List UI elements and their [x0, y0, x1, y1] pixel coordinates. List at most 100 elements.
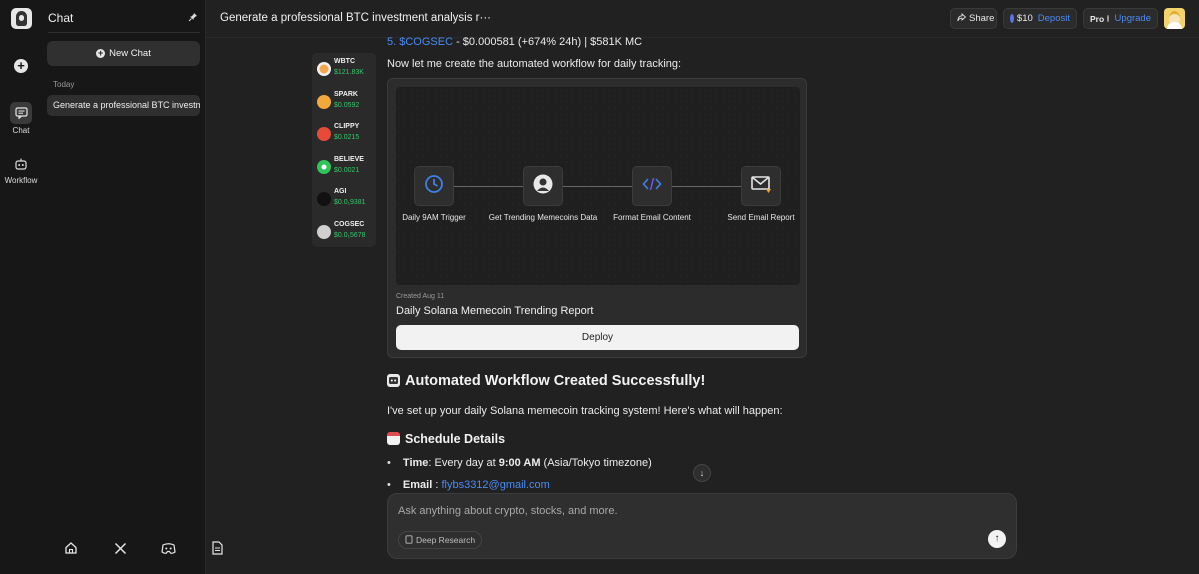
- sidebar-divider: [48, 32, 200, 33]
- token-list-panel: WBTC $121.83K SPARK $0.0592 CLIPPY $0.02…: [312, 53, 376, 247]
- node-label: Send Email Report: [727, 213, 795, 222]
- token-item[interactable]: SPARK $0.0592: [317, 89, 377, 117]
- list-item-time: Time: Every day at 9:00 AM (Asia/Tokyo t…: [387, 457, 652, 469]
- share-label: Share: [969, 13, 995, 24]
- share-button[interactable]: Share: [950, 8, 997, 29]
- conversation-item[interactable]: Generate a professional BTC investment a…: [47, 95, 200, 116]
- message-input[interactable]: [398, 505, 958, 517]
- upgrade-button[interactable]: Upgrade: [1115, 13, 1151, 24]
- robot-emoji-icon: [387, 374, 400, 387]
- new-chat-plus-icon[interactable]: +: [14, 59, 28, 73]
- section-today-label: Today: [53, 80, 75, 89]
- token-price: $121.83K: [334, 69, 364, 76]
- rail-workflow-label: Workflow: [4, 176, 38, 185]
- token-name: AGI: [334, 188, 347, 195]
- workflow-node-format[interactable]: [632, 166, 672, 206]
- email-label: Email: [402, 479, 433, 491]
- deploy-button[interactable]: Deploy: [396, 325, 799, 350]
- wbtc-icon: [317, 62, 331, 76]
- workflow-canvas[interactable]: Daily 9AM Trigger Get Trending Memecoins…: [396, 87, 800, 285]
- token-item[interactable]: BELIEVE $0.0021: [317, 154, 377, 182]
- token-item[interactable]: CLIPPY $0.0215: [317, 121, 377, 149]
- sidebar-title: Chat: [48, 11, 74, 25]
- time-value-pre: : Every day at: [428, 457, 499, 469]
- success-heading-text: Automated Workflow Created Successfully!: [405, 373, 706, 389]
- schedule-heading: Schedule Details: [387, 432, 505, 446]
- agent-icon: [532, 173, 554, 200]
- new-chat-button[interactable]: + New Chat: [47, 41, 200, 66]
- code-icon: [642, 176, 662, 197]
- cogsec-link[interactable]: 5. $COGSEC: [387, 36, 453, 48]
- scroll-down-button[interactable]: ↓: [693, 464, 711, 482]
- list-item-email: Email : flybs3312@gmail.com: [387, 479, 550, 491]
- token-price: $0.0215: [334, 134, 360, 141]
- plan-badge: Pro: [1090, 13, 1105, 24]
- home-icon[interactable]: [63, 540, 79, 556]
- token-name: CLIPPY: [334, 123, 360, 130]
- token-price: $0.0₁9381: [334, 199, 366, 206]
- schedule-heading-text: Schedule Details: [405, 432, 506, 446]
- agi-icon: [317, 192, 331, 206]
- plan-widget: Pro Upgrade: [1083, 8, 1158, 29]
- workflow-node-email[interactable]: [741, 166, 781, 206]
- time-value-post: (Asia/Tokyo timezone): [540, 457, 652, 469]
- token-price: $0.0592: [334, 102, 360, 109]
- new-chat-label: New Chat: [109, 48, 151, 59]
- deep-research-icon: [405, 534, 413, 546]
- time-label: Time: [402, 457, 429, 469]
- message-composer: Deep Research ↑: [387, 493, 1017, 559]
- sidebar-footer: [42, 540, 248, 558]
- success-heading: Automated Workflow Created Successfully!: [387, 373, 705, 389]
- balance-amount: $10: [1016, 13, 1033, 24]
- clock-icon: [424, 174, 444, 199]
- robot-icon: [0, 157, 42, 173]
- share-icon: [957, 12, 967, 25]
- arrow-up-icon: ↑: [994, 533, 1000, 544]
- believe-icon: [317, 160, 331, 174]
- list-item-5-text: - $0.000581 (+674% 24h) | $581K MC: [453, 36, 643, 48]
- document-icon[interactable]: [209, 540, 225, 556]
- intro-text: Now let me create the automated workflow…: [387, 58, 682, 70]
- node-label: Format Email Content: [613, 213, 691, 222]
- x-twitter-icon[interactable]: [112, 540, 128, 556]
- token-price: $0.0021: [334, 167, 360, 174]
- workflow-created-date: Created Aug 11: [396, 293, 445, 300]
- pin-icon[interactable]: [188, 12, 198, 25]
- token-name: WBTC: [334, 58, 355, 65]
- workflow-connector: [436, 186, 766, 187]
- rail-chat-label: Chat: [12, 126, 30, 135]
- token-price: $0.0₁5678: [334, 232, 366, 239]
- token-name: COGSEC: [334, 221, 365, 228]
- spark-icon: [317, 95, 331, 109]
- rail-workflow-button[interactable]: Workflow: [0, 157, 42, 185]
- summary-paragraph: I've set up your daily Solana memecoin t…: [387, 405, 783, 417]
- workflow-card: Daily 9AM Trigger Get Trending Memecoins…: [387, 78, 807, 358]
- deep-research-label: Deep Research: [416, 535, 476, 545]
- email-link[interactable]: flybs3312@gmail.com: [441, 479, 549, 491]
- app-logo-icon[interactable]: [11, 8, 32, 29]
- token-item[interactable]: WBTC $121.83K: [317, 56, 377, 84]
- chat-sidebar: Chat + New Chat Today Generate a profess…: [42, 0, 223, 574]
- mail-icon: [750, 174, 772, 199]
- list-item-5: 5. $COGSEC - $0.000581 (+674% 24h) | $58…: [387, 36, 642, 48]
- token-item[interactable]: COGSEC $0.0₁5678: [317, 219, 377, 247]
- time-value-bold: 9:00 AM: [498, 457, 541, 469]
- node-label: Get Trending Memecoins Data: [488, 213, 598, 222]
- app-root: + Chat Workflow Chat + New Chat Today Ge…: [0, 0, 1199, 574]
- discord-icon[interactable]: [160, 540, 176, 556]
- workflow-name: Daily Solana Memecoin Trending Report: [396, 305, 594, 317]
- workflow-node-data[interactable]: [523, 166, 563, 206]
- deep-research-toggle[interactable]: Deep Research: [398, 531, 483, 549]
- rail-chat-button[interactable]: Chat: [0, 102, 42, 135]
- icon-rail: + Chat Workflow: [0, 0, 42, 574]
- node-label: Daily 9AM Trigger: [402, 213, 466, 222]
- chat-bubble-icon: [10, 102, 32, 124]
- deposit-button[interactable]: Deposit: [1038, 13, 1070, 24]
- token-name: SPARK: [334, 91, 358, 98]
- user-avatar[interactable]: [1164, 8, 1185, 29]
- token-item[interactable]: AGI $0.0₁9381: [317, 186, 377, 214]
- calendar-emoji-icon: [387, 432, 400, 445]
- workflow-node-trigger[interactable]: [414, 166, 454, 206]
- send-button[interactable]: ↑: [988, 530, 1006, 548]
- token-name: BELIEVE: [334, 156, 364, 163]
